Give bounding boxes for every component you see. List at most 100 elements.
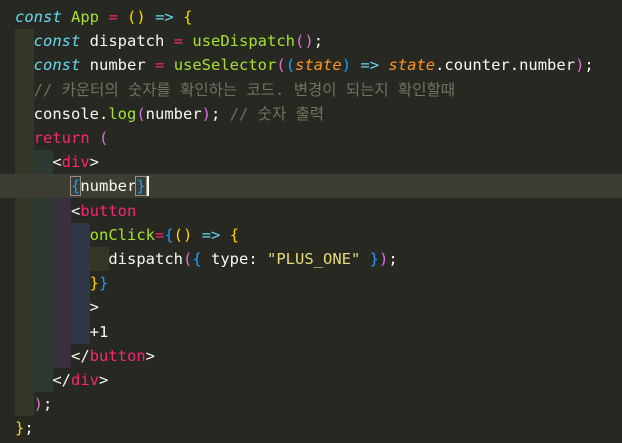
code-token: { xyxy=(183,8,193,26)
code-token: div xyxy=(71,371,99,389)
code-token: ) xyxy=(33,395,44,414)
code-token: dispatch xyxy=(108,250,183,268)
code-token: ( xyxy=(99,129,109,147)
text-cursor xyxy=(146,176,149,197)
code-line[interactable]: const dispatch = useDispatch(); xyxy=(0,29,622,53)
code-line[interactable]: </button> xyxy=(0,344,622,368)
code-token: App xyxy=(71,8,100,26)
code-line[interactable]: </div> xyxy=(0,368,622,392)
code-token: useDispatch xyxy=(192,32,296,51)
code-token: log xyxy=(108,104,137,123)
code-token: ( xyxy=(182,250,193,268)
code-token: () xyxy=(127,8,146,26)
code-token: ; xyxy=(211,104,230,123)
code-token: </ xyxy=(71,346,90,365)
code-token: .counter.number xyxy=(435,56,576,75)
code-line[interactable]: }} xyxy=(0,271,622,295)
code-token: = xyxy=(154,225,165,244)
code-token: ( xyxy=(276,56,286,75)
code-line[interactable]: <div> xyxy=(0,150,622,174)
code-token: () xyxy=(295,32,314,51)
code-token: div xyxy=(61,153,90,172)
code-token: button xyxy=(89,346,146,365)
code-line[interactable]: return ( xyxy=(0,126,622,150)
code-token: > xyxy=(89,153,100,172)
code-line[interactable]: onClick={() => { xyxy=(0,223,622,247)
code-token: ) xyxy=(341,56,352,75)
code-token: = xyxy=(155,56,165,75)
code-token: > xyxy=(145,346,156,365)
code-token: state xyxy=(295,56,342,75)
code-token: } xyxy=(369,250,380,268)
code-token: { xyxy=(164,225,174,244)
code-token: => xyxy=(201,225,221,244)
code-token: useSelector xyxy=(173,56,277,75)
code-token: const xyxy=(33,32,81,51)
code-token: > xyxy=(99,371,109,389)
code-token: onClick xyxy=(89,225,155,244)
code-token: ) xyxy=(575,56,585,75)
code-token: } xyxy=(15,419,25,438)
code-line[interactable]: ); xyxy=(0,392,622,416)
code-token: => xyxy=(360,56,380,75)
code-token: console. xyxy=(33,104,109,123)
code-token: { xyxy=(69,176,82,197)
code-token: ) xyxy=(201,104,212,123)
code-line[interactable]: const App = () => { xyxy=(0,5,622,29)
code-token: { xyxy=(192,250,202,268)
code-token: ; xyxy=(388,250,398,268)
code-token: => xyxy=(155,8,174,26)
code-line[interactable]: const number = useSelector((state) => st… xyxy=(0,53,622,77)
code-editor[interactable]: const App = () => { const dispatch = use… xyxy=(0,0,622,443)
code-token: number xyxy=(145,104,202,123)
code-token: // 숫자 출력 xyxy=(229,104,325,123)
code-line[interactable]: dispatch({ type: "PLUS_ONE" }); xyxy=(0,247,622,271)
code-token: return xyxy=(33,129,90,147)
code-token: = xyxy=(173,32,184,51)
code-token: const xyxy=(33,56,81,75)
code-token: ( xyxy=(136,104,146,123)
code-token: "PLUS_ONE" xyxy=(267,250,361,268)
code-token: state xyxy=(388,56,436,75)
code-token: ( xyxy=(285,56,296,75)
code-token: const xyxy=(15,8,62,26)
code-line[interactable]: }; xyxy=(0,416,622,440)
code-line[interactable]: > xyxy=(0,295,622,319)
code-line[interactable]: +1 xyxy=(0,320,622,344)
code-token: dispatch xyxy=(80,32,174,51)
code-token: </ xyxy=(52,371,71,389)
code-token: { xyxy=(229,225,240,244)
code-line[interactable]: {number} xyxy=(0,174,622,199)
code-token: < xyxy=(71,201,81,220)
code-token: > xyxy=(89,298,99,317)
code-token: number xyxy=(80,56,155,75)
code-token: ; xyxy=(43,395,53,414)
code-token: +1 xyxy=(89,322,109,341)
code-token: ; xyxy=(313,32,324,51)
code-token: } xyxy=(89,274,99,293)
code-token: ) xyxy=(379,250,389,268)
code-token: type: xyxy=(201,250,267,268)
code-token: () xyxy=(173,225,193,244)
code-token: = xyxy=(108,8,118,26)
code-token: // 카운터의 숫자를 확인하는 코드. 변경이 되는지 확인할때 xyxy=(33,80,455,99)
code-token: ; xyxy=(24,419,34,438)
code-line[interactable]: <button xyxy=(0,199,622,223)
code-token: ; xyxy=(584,56,594,75)
code-token: } xyxy=(99,274,109,293)
code-token: button xyxy=(80,201,137,220)
code-line[interactable]: // 카운터의 숫자를 확인하는 코드. 변경이 되는지 확인할때 xyxy=(0,78,622,102)
code-line[interactable]: console.log(number); // 숫자 출력 xyxy=(0,102,622,126)
